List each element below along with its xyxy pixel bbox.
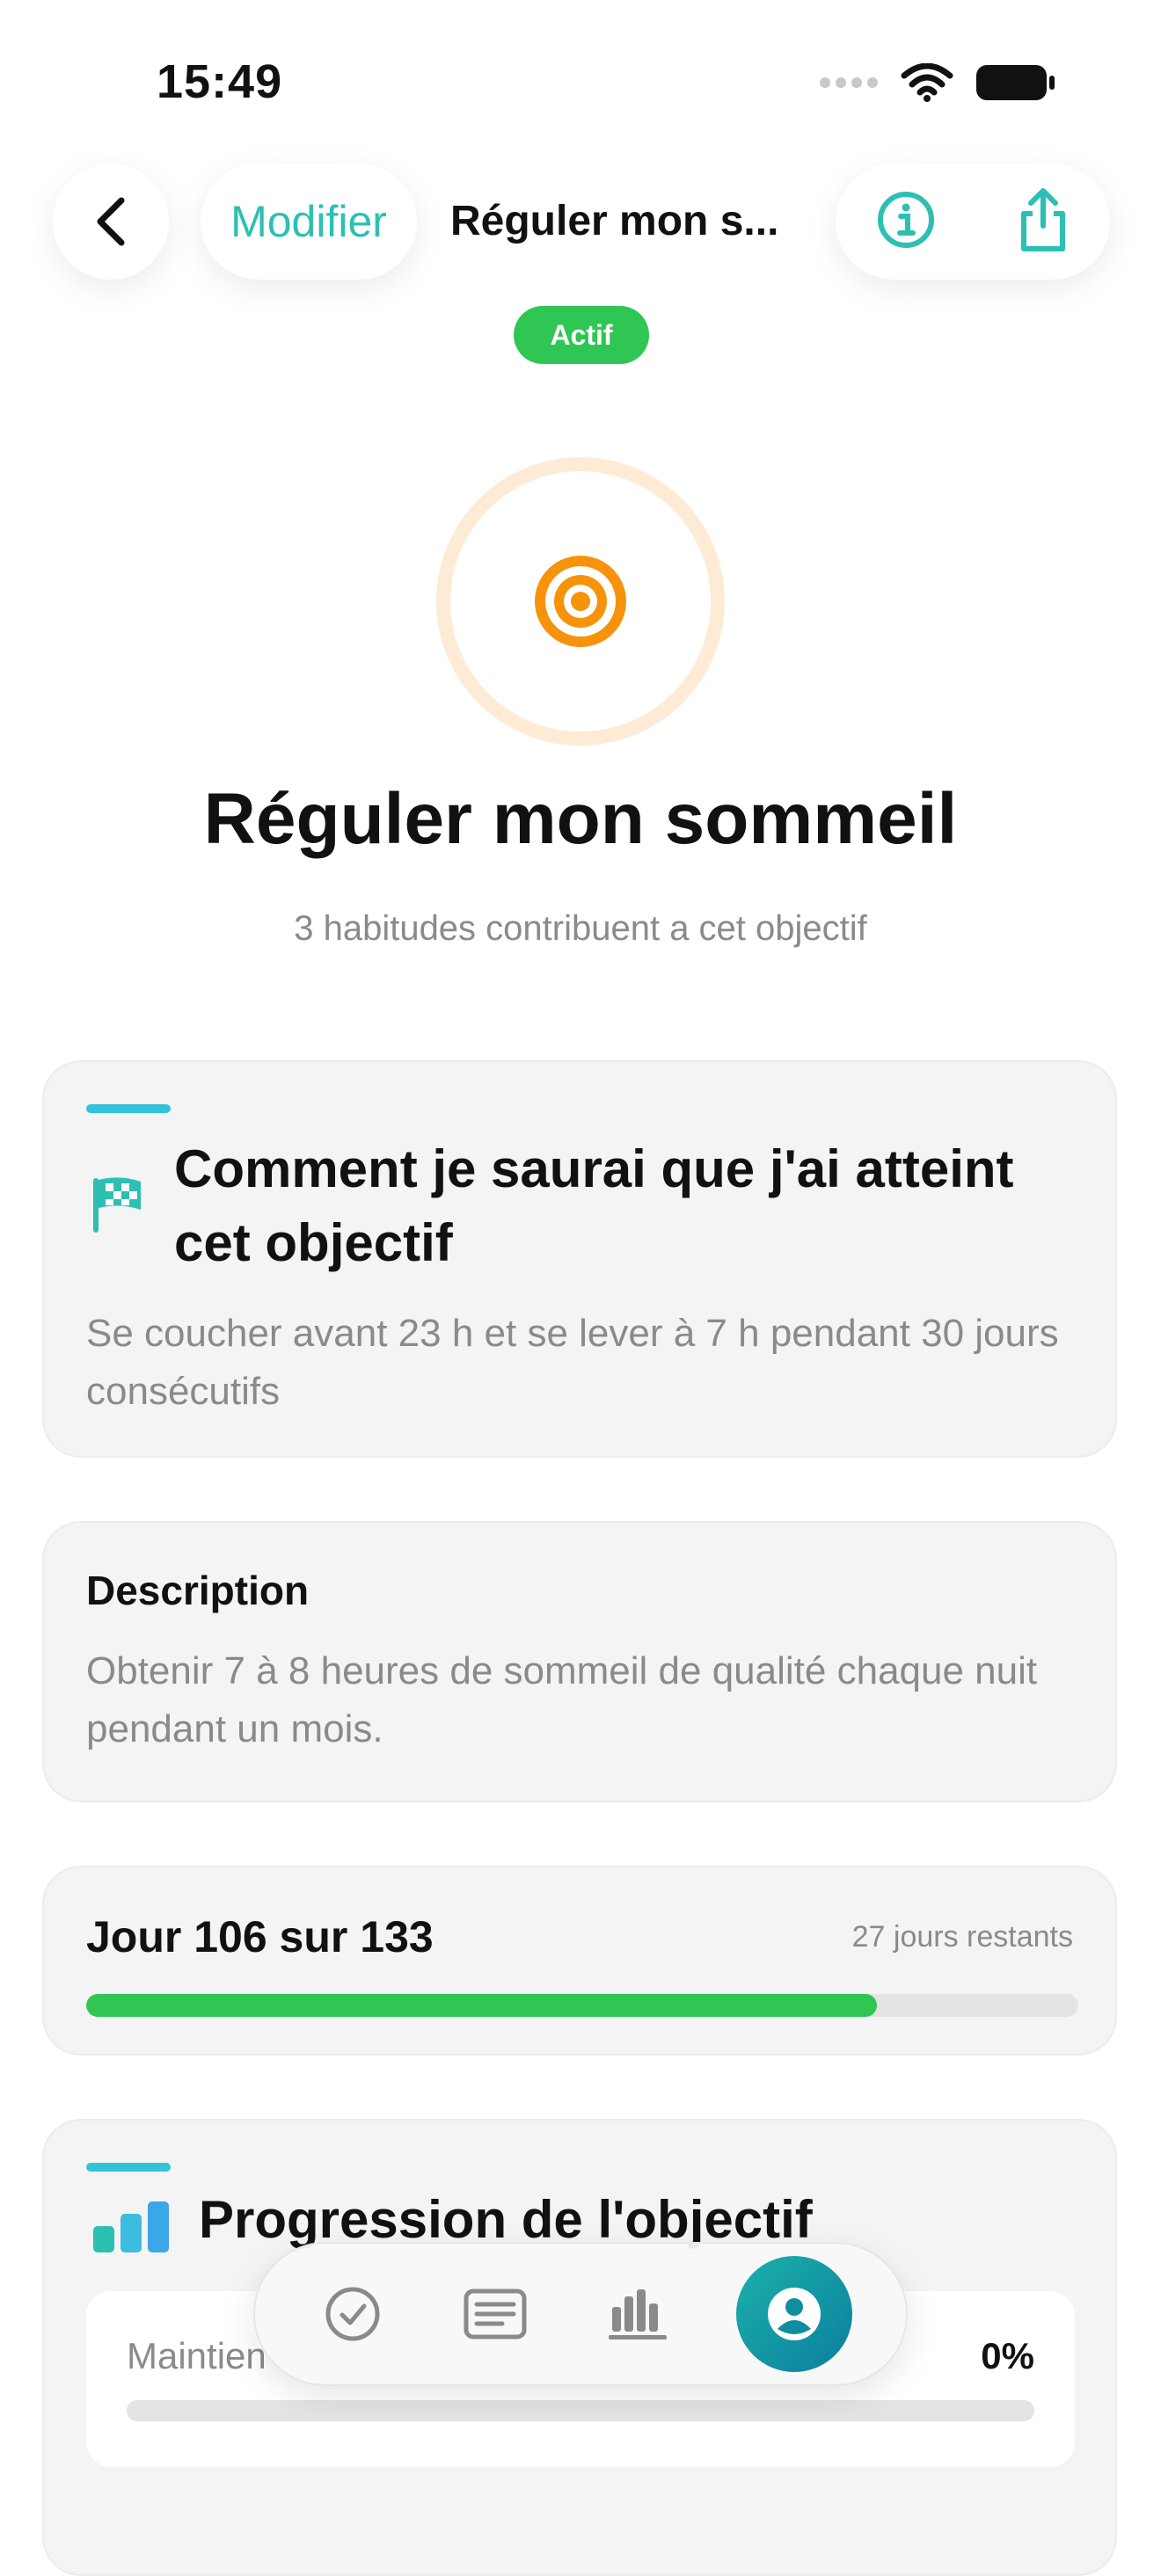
info-icon <box>877 191 934 248</box>
stats-icon <box>609 2289 667 2340</box>
signal-icon <box>820 77 878 88</box>
progress-item-value: 0% <box>981 2335 1034 2376</box>
target-icon <box>535 556 626 647</box>
status-icons <box>818 63 1055 102</box>
profile-icon <box>768 2288 821 2340</box>
days-remaining: 27 jours restants <box>851 1920 1073 1954</box>
share-button[interactable] <box>1015 186 1071 258</box>
next-card-left <box>84 2493 570 2564</box>
tab-habits[interactable] <box>309 2270 397 2358</box>
next-card-right <box>591 2493 1077 2564</box>
day-count: Jour 106 sur 133 <box>86 1912 434 1961</box>
bar-chart-icon <box>93 2201 169 2252</box>
description-card: Description Obtenir 7 à 8 heures de somm… <box>42 1521 1117 1802</box>
share-icon <box>1020 187 1065 251</box>
status-badge: Actif <box>514 306 649 364</box>
check-circle-icon <box>325 2287 380 2341</box>
description-title: Description <box>86 1568 310 1613</box>
goal-progression-title: Progression de l'objectif <box>199 2190 813 2249</box>
day-progress-fill <box>86 1994 878 2017</box>
success-criteria-text: Se coucher avant 23 h et se lever à 7 h … <box>86 1312 1059 1413</box>
wifi-icon <box>901 63 953 102</box>
info-button[interactable] <box>875 189 937 255</box>
checkered-flag-icon <box>93 1177 141 1233</box>
tab-bar <box>253 2242 908 2386</box>
accent-line <box>86 1104 171 1113</box>
battery-icon <box>976 65 1055 100</box>
tab-stats[interactable] <box>594 2270 682 2358</box>
list-icon <box>464 2289 527 2340</box>
nav-title: Réguler mon s... <box>450 198 779 244</box>
status-time: 15:49 <box>157 55 283 108</box>
accent-line <box>86 2163 171 2172</box>
day-progress-card: Jour 106 sur 133 27 jours restants <box>42 1866 1117 2056</box>
chevron-left-icon <box>97 197 125 246</box>
day-progress-bar <box>86 1994 1078 2017</box>
progress-item-label: Maintien <box>127 2335 267 2376</box>
goal-subtitle: 3 habitudes contribuent a cet objectif <box>294 909 867 948</box>
edit-button[interactable]: Modifier <box>201 164 417 280</box>
tab-journal[interactable] <box>451 2270 539 2358</box>
tab-profile[interactable] <box>736 2256 852 2372</box>
success-criteria-card: Comment je saurai que j'ai atteint cet o… <box>42 1060 1117 1458</box>
back-button[interactable] <box>53 164 169 280</box>
actions-group <box>836 164 1110 280</box>
description-text: Obtenir 7 à 8 heures de sommeil de quali… <box>86 1649 1038 1750</box>
progress-item-bar <box>127 2400 1034 2421</box>
goal-title: Réguler mon sommeil <box>203 779 958 859</box>
goal-icon-ring <box>436 457 725 746</box>
success-criteria-title: Comment je saurai que j'ai atteint cet o… <box>174 1139 1014 1272</box>
